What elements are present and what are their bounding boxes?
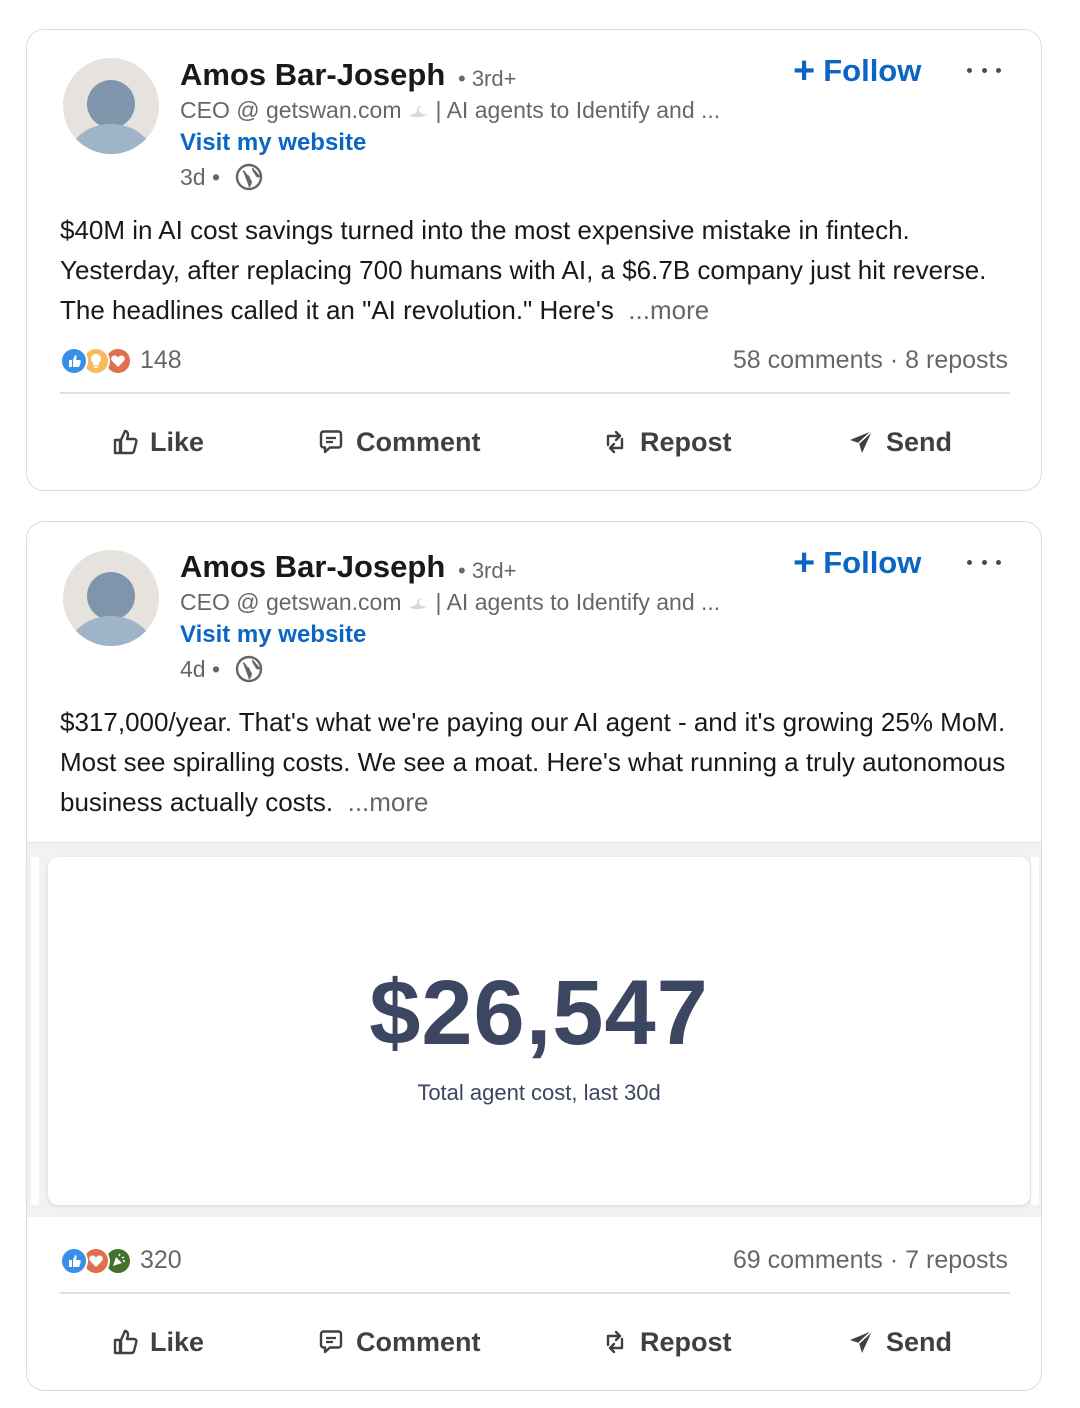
total-cost-value: $26,547 <box>369 962 709 1064</box>
globe-icon <box>235 163 263 191</box>
comment-button[interactable]: Comment <box>316 1312 481 1372</box>
feed-post: Amos Bar-Joseph • 3rd+ CEO @ getswan.com… <box>26 29 1042 491</box>
author-headline: CEO @ getswan.com | AI agents to Identify… <box>180 589 720 616</box>
feed-post: Amos Bar-Joseph • 3rd+ CEO @ getswan.com… <box>26 521 1042 1391</box>
plus-icon: + <box>793 542 816 584</box>
plus-icon: + <box>793 50 816 92</box>
like-reaction-icon <box>60 1246 88 1275</box>
carousel-prev-edge <box>31 857 39 1205</box>
headline-company: CEO @ getswan.com <box>180 589 402 615</box>
post-actions: Like Comment Repost Send <box>60 412 1010 472</box>
reactions-summary[interactable]: 320 <box>60 1246 182 1275</box>
comments-reposts-count[interactable]: 58 comments · 8 reposts <box>733 346 1008 375</box>
swan-icon <box>409 598 428 610</box>
repost-button[interactable]: Repost <box>600 412 732 472</box>
visit-website-link[interactable]: Visit my website <box>180 129 366 157</box>
more-options-icon[interactable] <box>967 550 1001 574</box>
repost-icon <box>606 1330 624 1354</box>
post-actions: Like Comment Repost Send <box>60 1312 1010 1372</box>
divider <box>60 392 1010 394</box>
comment-icon <box>319 430 343 454</box>
comment-icon <box>319 1330 343 1354</box>
total-cost-label: Total agent cost, last 30d <box>417 1080 661 1105</box>
visit-website-link[interactable]: Visit my website <box>180 621 366 649</box>
reaction-count: 148 <box>140 346 182 374</box>
see-more-link[interactable]: ...more <box>348 787 429 817</box>
author-name[interactable]: Amos Bar-Joseph <box>180 57 445 93</box>
send-icon <box>850 430 873 453</box>
swan-icon <box>409 106 428 118</box>
thumbs-up-icon <box>113 429 138 455</box>
post-time: 4d • <box>180 656 221 682</box>
media-image[interactable]: $26,547 Total agent cost, last 30d <box>48 857 1030 1205</box>
divider <box>60 1292 1010 1294</box>
like-button[interactable]: Like <box>110 412 204 472</box>
like-reaction-icon <box>60 346 88 375</box>
comment-button[interactable]: Comment <box>316 412 481 472</box>
comments-reposts-count[interactable]: 69 comments · 7 reposts <box>733 1246 1008 1275</box>
repost-button[interactable]: Repost <box>600 1312 732 1372</box>
post-media[interactable]: $26,547 Total agent cost, last 30d <box>27 842 1041 1217</box>
headline-company: CEO @ getswan.com <box>180 97 402 123</box>
more-options-icon[interactable] <box>967 58 1001 82</box>
follow-button[interactable]: + Follow <box>793 544 921 582</box>
post-body: $317,000/year. That's what we're paying … <box>60 707 1006 817</box>
send-button[interactable]: Send <box>846 1312 952 1372</box>
follow-button[interactable]: + Follow <box>793 52 921 90</box>
headline-tagline: | AI agents to Identify and ... <box>435 97 721 123</box>
send-button[interactable]: Send <box>846 412 952 472</box>
reaction-count: 320 <box>140 1246 182 1274</box>
author-name[interactable]: Amos Bar-Joseph <box>180 549 445 585</box>
author-avatar[interactable] <box>63 58 159 154</box>
send-icon <box>850 1330 873 1353</box>
like-button[interactable]: Like <box>110 1312 204 1372</box>
author-avatar[interactable] <box>63 550 159 646</box>
connection-degree: • 3rd+ <box>458 66 517 91</box>
reactions-summary[interactable]: 148 <box>60 346 182 375</box>
post-body: $40M in AI cost savings turned into the … <box>60 215 987 325</box>
headline-tagline: | AI agents to Identify and ... <box>435 589 721 615</box>
thumbs-up-icon <box>113 1329 138 1355</box>
post-time: 3d • <box>180 164 221 190</box>
carousel-next-edge <box>1031 857 1039 1205</box>
connection-degree: • 3rd+ <box>458 558 517 583</box>
repost-icon <box>606 430 624 454</box>
see-more-link[interactable]: ...more <box>628 295 709 325</box>
author-headline: CEO @ getswan.com | AI agents to Identify… <box>180 97 720 124</box>
globe-icon <box>235 655 263 683</box>
